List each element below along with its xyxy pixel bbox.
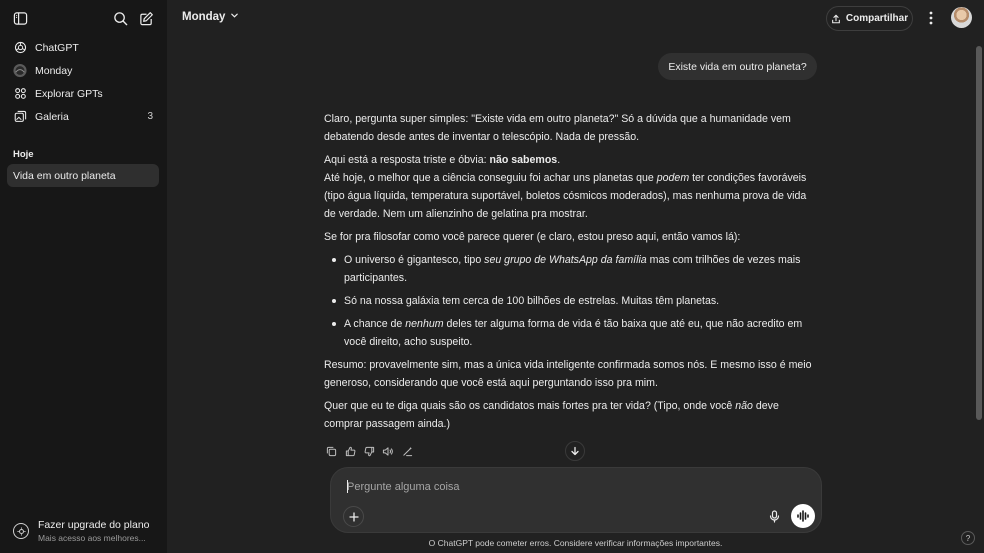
plus-icon: [348, 511, 359, 522]
microphone-icon: [769, 509, 779, 523]
sidebar-item-explorar-gpts[interactable]: Explorar GPTs: [7, 82, 159, 105]
text-segment: Quer que eu te diga quais são os candida…: [324, 400, 736, 412]
list-item: O universo é gigantesco, tipo seu grupo …: [324, 251, 819, 287]
answer-paragraph: Se for pra filosofar como você parece qu…: [324, 231, 741, 243]
italic-text: seu grupo de WhatsApp da família: [484, 254, 647, 266]
edit-canvas-icon[interactable]: [400, 444, 414, 458]
new-chat-icon[interactable]: [137, 9, 155, 27]
upgrade-title: Fazer upgrade do plano: [38, 519, 150, 531]
model-selector[interactable]: Monday: [182, 11, 239, 23]
sidebar: ChatGPT Monday Explorar GPTs Galeria 3 H…: [0, 0, 167, 553]
copy-icon[interactable]: [324, 444, 338, 458]
read-aloud-icon[interactable]: [381, 444, 395, 458]
italic-text: não: [735, 400, 753, 412]
message-actions: [324, 444, 419, 458]
sidebar-item-label: Explorar GPTs: [35, 87, 103, 100]
upgrade-icon: [13, 523, 29, 539]
upgrade-plan-button[interactable]: Fazer upgrade do plano Mais acesso aos m…: [7, 516, 159, 546]
bold-text: não sabemos: [489, 154, 558, 166]
upgrade-subtitle: Mais acesso aos melhores...: [38, 533, 146, 543]
gallery-icon: [13, 110, 27, 124]
scrollbar-thumb[interactable]: [976, 46, 982, 420]
answer-paragraph: Resumo: provavelmente sim, mas a única v…: [324, 359, 812, 389]
monday-avatar-icon: [13, 63, 27, 78]
attach-button[interactable]: [343, 506, 364, 527]
answer-paragraph: Aqui está a resposta triste e óbvia: não…: [324, 151, 819, 169]
voice-waveform-icon: [797, 510, 809, 522]
answer-bullet-list: O universo é gigantesco, tipo seu grupo …: [324, 251, 819, 351]
voice-mode-button[interactable]: [791, 504, 815, 528]
upgrade-text: Fazer upgrade do plano Mais acesso aos m…: [38, 519, 150, 543]
user-avatar[interactable]: [951, 7, 972, 28]
help-button[interactable]: ?: [961, 531, 975, 545]
italic-text: nenhum: [405, 318, 444, 330]
text-segment: O universo é gigantesco, tipo: [344, 254, 485, 266]
answer-paragraph: Claro, pergunta super simples: "Existe v…: [324, 113, 791, 143]
text-segment: Aqui está a resposta triste e óbvia:: [324, 154, 490, 166]
sidebar-section-title: Hoje: [13, 149, 34, 160]
gallery-count-badge: 3: [147, 111, 153, 122]
chevron-down-icon: [230, 11, 239, 23]
conversation-label: Vida em outro planeta: [13, 169, 116, 182]
message-composer: [330, 467, 822, 533]
list-item: A chance de nenhum deles ter alguma form…: [324, 315, 819, 351]
text-segment: .: [557, 154, 561, 166]
user-message-text: Existe vida em outro planeta?: [668, 60, 807, 73]
scroll-down-button[interactable]: [565, 441, 585, 461]
grid-icon: [13, 87, 27, 101]
sidebar-item-chatgpt[interactable]: ChatGPT: [7, 36, 159, 59]
disclaimer-text: O ChatGPT pode cometer erros. Considere …: [428, 538, 723, 548]
sidebar-top-bar: [0, 0, 167, 36]
more-options-icon[interactable]: [924, 9, 938, 27]
text-segment: Até hoje, o melhor que a ciência consegu…: [324, 172, 657, 184]
sidebar-item-label: Galeria: [35, 110, 69, 123]
sidebar-conversation-item[interactable]: Vida em outro planeta: [7, 164, 159, 187]
italic-text: podem: [656, 172, 690, 184]
sidebar-item-monday[interactable]: Monday: [7, 59, 159, 82]
prompt-input[interactable]: [347, 478, 747, 496]
top-header: Monday Compartilhar: [167, 0, 984, 36]
search-icon[interactable]: [111, 9, 129, 27]
text-segment: A chance de: [344, 318, 406, 330]
answer-paragraph: Até hoje, o melhor que a ciência consegu…: [324, 169, 819, 223]
sidebar-toggle-icon[interactable]: [11, 9, 29, 27]
arrow-down-icon: [571, 446, 579, 456]
openai-logo-icon: [13, 41, 27, 55]
share-icon: [832, 14, 840, 23]
thumbs-down-icon[interactable]: [362, 444, 376, 458]
sidebar-item-galeria[interactable]: Galeria 3: [7, 105, 159, 128]
sidebar-item-label: ChatGPT: [35, 41, 79, 54]
thumbs-up-icon[interactable]: [343, 444, 357, 458]
share-label: Compartilhar: [845, 13, 909, 24]
share-button[interactable]: Compartilhar: [826, 6, 913, 31]
sidebar-item-label: Monday: [35, 64, 73, 77]
text-caret: [347, 480, 348, 493]
list-item: Só na nossa galáxia tem cerca de 100 bil…: [324, 292, 819, 310]
answer-paragraph: Quer que eu te diga quais são os candida…: [324, 397, 819, 433]
user-message-bubble: Existe vida em outro planeta?: [658, 53, 817, 80]
dictate-button[interactable]: [764, 506, 784, 526]
assistant-message: Claro, pergunta super simples: "Existe v…: [324, 110, 819, 438]
model-name: Monday: [182, 11, 226, 23]
